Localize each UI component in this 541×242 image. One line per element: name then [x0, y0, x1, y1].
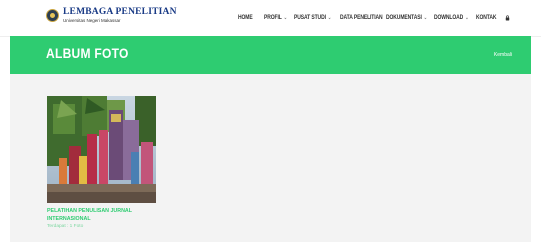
site-header: LEMBAGA PENELITIAN Universitas Negeri Ma…	[0, 0, 541, 37]
university-emblem-icon	[46, 9, 59, 22]
chevron-down-icon: ⌄	[283, 14, 287, 21]
nav-item-label: DOKUMENTASI	[386, 14, 422, 22]
nav-item-home[interactable]: HOME	[238, 14, 253, 22]
lock-icon[interactable]	[505, 15, 510, 21]
nav-item-download[interactable]: DOWNLOAD ⌄	[434, 14, 469, 22]
chevron-down-icon: ⌄	[465, 14, 469, 21]
nav-item-label: DATA PENELITIAN	[340, 14, 383, 22]
chevron-down-icon: ⌄	[327, 14, 332, 21]
nav-item-kontak[interactable]: KONTAK	[476, 14, 497, 22]
nav-item-label: PROFIL	[264, 14, 282, 22]
album-grid: PELATIHAN PENULISAN JURNAL INTERNASIONAL…	[10, 74, 531, 242]
site-logo[interactable]: LEMBAGA PENELITIAN Universitas Negeri Ma…	[46, 7, 177, 23]
album-title[interactable]: PELATIHAN PENULISAN JURNAL INTERNASIONAL	[47, 208, 152, 223]
nav-item-pusat-studi[interactable]: PUSAT STUDI ⌄	[294, 14, 331, 22]
nav-item-label: KONTAK	[476, 14, 497, 22]
back-link[interactable]: Kembali	[494, 52, 512, 58]
nav-item-profil[interactable]: PROFIL ⌄	[264, 14, 287, 22]
chevron-down-icon: ⌄	[423, 14, 428, 21]
album-photo-count: Terdapat : 1 Foto	[47, 224, 84, 229]
page: LEMBAGA PENELITIAN Universitas Negeri Ma…	[0, 0, 541, 242]
nav-item-label: DOWNLOAD	[434, 14, 464, 22]
page-title: ALBUM FOTO	[46, 45, 129, 61]
album-thumbnail[interactable]	[47, 96, 156, 203]
logo-subtitle: Universitas Negeri Makassar	[63, 17, 121, 23]
nav-item-label: HOME	[238, 14, 253, 22]
nav-item-data-penelitian[interactable]: DATA PENELITIAN	[340, 14, 383, 22]
logo-title: LEMBAGA PENELITIAN	[63, 7, 177, 17]
page-banner: ALBUM FOTO Kembali	[10, 36, 531, 74]
nav-item-dokumentasi[interactable]: DOKUMENTASI ⌄	[386, 14, 427, 22]
logo-text: LEMBAGA PENELITIAN Universitas Negeri Ma…	[63, 7, 177, 23]
album-card[interactable]: PELATIHAN PENULISAN JURNAL INTERNASIONAL…	[47, 96, 159, 229]
nav-item-label: PUSAT STUDI	[294, 14, 326, 22]
